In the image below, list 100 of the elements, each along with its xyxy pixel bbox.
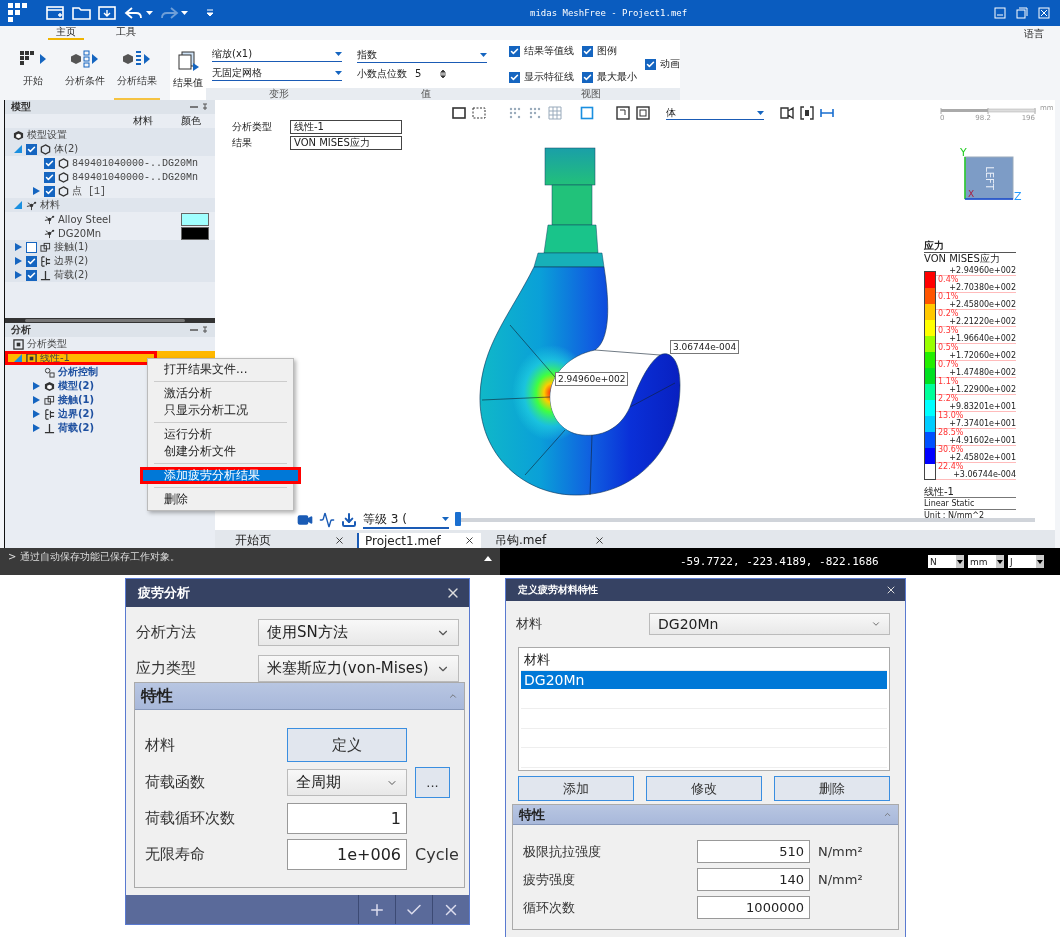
input-field[interactable]: 510 [697, 840, 810, 863]
menu-item[interactable]: 删除 [148, 491, 293, 508]
list-action-button[interactable]: 删除 [774, 776, 890, 801]
view-cube-drawing[interactable] [964, 156, 1014, 200]
checkbox[interactable] [582, 71, 593, 83]
checkbox[interactable] [26, 269, 37, 281]
inner-frame-icon[interactable] [636, 106, 650, 120]
dashed-box-icon[interactable] [472, 106, 486, 120]
color-swatch[interactable] [181, 226, 209, 240]
caret-icon[interactable] [181, 11, 188, 15]
slider-thumb[interactable] [455, 512, 461, 526]
result-value-button[interactable]: 结果值 [170, 40, 206, 100]
scrollbar-thumb-icon[interactable] [25, 319, 185, 322]
unit-select[interactable]: mm [968, 555, 1004, 568]
tree-row[interactable]: 材料 [5, 198, 215, 212]
restore-icon[interactable] [1016, 7, 1028, 19]
collapsed-arrow-icon[interactable] [14, 271, 22, 279]
level-select[interactable]: 等级 3 ( [363, 511, 449, 529]
checkbox[interactable] [509, 71, 520, 83]
checkbox[interactable] [582, 45, 593, 57]
caret-icon[interactable] [146, 11, 153, 15]
collapsed-arrow-icon[interactable] [32, 424, 40, 432]
input-field[interactable]: 140 [697, 868, 810, 891]
pin-icon[interactable] [189, 326, 209, 334]
legend-percent: 0.5% [937, 344, 959, 352]
folder-icon[interactable] [72, 5, 92, 21]
unit-select[interactable]: J [1008, 555, 1044, 568]
tree-row[interactable]: 模型设置 [5, 128, 215, 142]
collapsed-arrow-icon[interactable] [32, 396, 40, 404]
scroll-up-icon[interactable] [484, 556, 492, 561]
expanded-arrow-icon[interactable] [14, 201, 22, 209]
collapsed-arrow-icon[interactable] [32, 410, 40, 418]
frame-icon[interactable] [580, 106, 594, 120]
close-icon[interactable] [464, 535, 475, 546]
spinner-icon[interactable] [439, 69, 448, 78]
checkbox[interactable] [509, 45, 520, 57]
display-select[interactable]: 体 [666, 106, 764, 120]
checkbox[interactable] [26, 143, 37, 155]
new-window-icon[interactable] [46, 5, 66, 21]
tree-row[interactable]: 荷载(2) [5, 268, 215, 282]
define-button[interactable]: 定义 [287, 728, 407, 762]
save-icon[interactable] [98, 5, 118, 21]
mesh-dropdown[interactable]: 无固定网格 [212, 66, 342, 81]
undo-icon[interactable] [124, 5, 144, 21]
unit-select[interactable]: N [928, 555, 964, 568]
checkbox[interactable] [26, 255, 37, 267]
scale-dropdown[interactable]: 缩放(x1) [212, 47, 342, 62]
dropdown[interactable]: 米塞斯应力(von-Mises) [258, 655, 459, 682]
ribbon-tab[interactable]: 工具 [108, 26, 144, 40]
close-icon[interactable] [334, 535, 345, 546]
box-view-icon[interactable] [452, 106, 466, 120]
close-icon[interactable] [1038, 7, 1050, 19]
section-header[interactable]: 特性 [135, 683, 464, 710]
language-menu[interactable]: 语言 [1024, 28, 1044, 40]
list-action-button[interactable]: 添加 [518, 776, 634, 801]
color-swatch[interactable] [181, 212, 209, 226]
dot-grid-icon[interactable] [508, 106, 522, 120]
ribbon-command[interactable]: 开始 [10, 40, 56, 100]
inner-box-icon[interactable] [616, 106, 630, 120]
checkbox[interactable] [44, 157, 55, 169]
clip-plane-icon[interactable] [780, 106, 794, 120]
bracket-box-icon[interactable] [800, 106, 814, 120]
close-icon[interactable] [594, 535, 605, 546]
tree-row[interactable]: 体(2) [5, 142, 215, 156]
material-dropdown[interactable]: DG20Mn [649, 613, 890, 635]
close-icon[interactable] [885, 584, 897, 596]
format-dropdown[interactable]: 指数 [357, 47, 487, 63]
measure-icon[interactable] [820, 106, 834, 120]
expanded-arrow-icon[interactable] [14, 145, 22, 153]
wave-icon[interactable] [319, 512, 335, 528]
input-field[interactable]: 1000000 [697, 896, 810, 919]
input-field[interactable]: 1 [287, 803, 407, 834]
pin-icon[interactable] [189, 103, 209, 111]
ribbon-command[interactable]: 分析条件 [62, 40, 108, 100]
input-field[interactable]: 1e+006 [287, 839, 407, 870]
camera-icon[interactable] [297, 512, 313, 528]
checkbox[interactable] [44, 185, 55, 197]
collapsed-arrow-icon[interactable] [32, 187, 40, 195]
ribbon-tab[interactable]: 主页 [48, 26, 84, 40]
dropdown[interactable]: 使用SN方法 [258, 619, 459, 646]
collapsed-arrow-icon[interactable] [14, 243, 22, 251]
section-header[interactable]: 特性 [513, 805, 898, 825]
minimize-icon[interactable] [994, 7, 1006, 19]
checkbox[interactable] [645, 58, 656, 70]
tree-row[interactable]: 接触(1) [5, 240, 215, 254]
download-icon[interactable] [341, 512, 357, 528]
checkbox[interactable] [26, 241, 37, 253]
menu-item[interactable]: 添加疲劳分析结果 [140, 467, 301, 484]
menu-item[interactable]: 创建分析文件 [148, 443, 293, 460]
collapsed-arrow-icon[interactable] [14, 257, 22, 265]
decimals-value[interactable]: 5 [415, 68, 422, 79]
list-action-button[interactable]: 修改 [646, 776, 762, 801]
collapsed-arrow-icon[interactable] [32, 382, 40, 390]
checkbox[interactable] [44, 171, 55, 183]
tree-row[interactable]: 边界(2) [5, 254, 215, 268]
browse-button[interactable]: ... [415, 767, 450, 798]
dropdown[interactable]: 全周期 [287, 769, 407, 796]
dot-grid-icon[interactable] [528, 106, 542, 120]
legend-percent: 0.1% [937, 293, 959, 301]
document-tab[interactable]: Project1.mef [357, 533, 481, 548]
